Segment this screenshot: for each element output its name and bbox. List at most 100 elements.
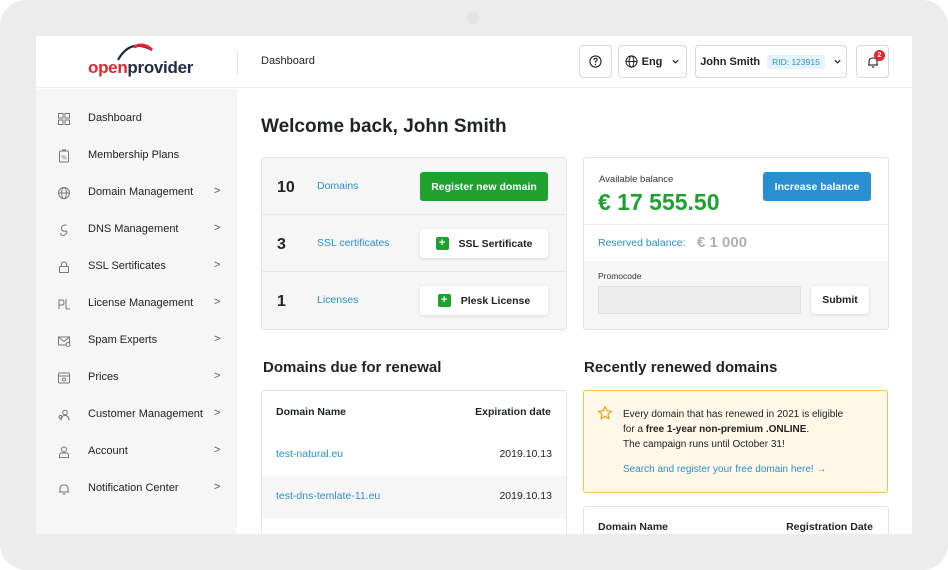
chevron-right-icon: >: [214, 481, 221, 493]
sidebar-item-label: Spam Experts: [88, 334, 158, 346]
chevron-right-icon: >: [214, 222, 221, 234]
spam-mail-icon: [58, 336, 71, 347]
camera-dot: [467, 12, 479, 24]
register-free-domain-link[interactable]: Search and register your free domain her…: [623, 464, 826, 475]
language-selector[interactable]: Eng: [618, 45, 687, 78]
increase-balance-button[interactable]: Increase balance: [763, 172, 871, 201]
reserved-balance-amount: € 1 000: [697, 234, 748, 251]
promocode-label: Promocode: [598, 271, 642, 281]
recent-col-domain-name: Domain Name: [598, 521, 669, 533]
header-divider: [237, 50, 238, 74]
chevron-right-icon: >: [214, 333, 221, 345]
licenses-link[interactable]: Licenses: [317, 294, 358, 306]
app-screen: openprovider Dashboard Eng John Smith RI…: [36, 36, 912, 534]
recently-renewed-table: Domain Name Registration Date: [583, 506, 889, 534]
renewal-section-title: Domains due for renewal: [263, 359, 442, 376]
ssl-count: 3: [277, 236, 286, 253]
top-header: openprovider Dashboard Eng John Smith RI…: [36, 36, 912, 88]
promocode-input[interactable]: [598, 286, 801, 314]
sidebar-item-label: Dashboard: [88, 112, 142, 124]
campaign-line-1: Every domain that has renewed in 2021 is…: [623, 409, 844, 420]
chevron-right-icon: >: [214, 444, 221, 456]
membership-icon: %: [59, 149, 69, 163]
stat-row-domains: 10 Domains Register new domain: [262, 158, 566, 215]
plus-icon: +: [435, 237, 449, 250]
renewal-table: Domain Name Expiration date test-natural…: [261, 390, 567, 534]
renewal-col-domain-name: Domain Name: [276, 406, 347, 418]
chevron-right-icon: >: [214, 296, 221, 308]
sidebar-item-spam-experts[interactable]: Spam Experts >: [36, 323, 237, 359]
sidebar-item-prices[interactable]: Prices >: [36, 360, 237, 396]
renewal-col-expiration-date: Expiration date: [475, 406, 551, 418]
notification-count-badge: 2: [874, 50, 885, 61]
language-label: Eng: [641, 55, 663, 68]
stat-row-licenses: 1 Licenses + Plesk License: [262, 272, 566, 329]
table-row[interactable]: test-natural.eu 2019.10.13: [262, 434, 566, 476]
available-balance-amount: € 17 555.50: [598, 189, 720, 215]
rid-badge: RID: 123915: [767, 54, 825, 69]
domain-name-link[interactable]: test-natural.eu: [276, 448, 343, 460]
sidebar-item-membership-plans[interactable]: % Membership Plans: [36, 138, 237, 174]
chevron-down-icon: [834, 59, 841, 64]
sidebar-item-customer-management[interactable]: Customer Management >: [36, 397, 237, 433]
promocode-submit-button[interactable]: Submit: [811, 286, 869, 314]
user-name: John Smith: [700, 55, 761, 68]
sidebar-item-label: Account: [88, 445, 128, 457]
sidebar-item-ssl-sertificates[interactable]: SSL Sertificates >: [36, 249, 237, 285]
campaign-text: Every domain that has renewed in 2021 is…: [623, 407, 878, 452]
globe-icon: [625, 55, 638, 68]
chevron-right-icon: >: [214, 370, 221, 382]
add-ssl-label: SSL Sertificate: [458, 237, 533, 250]
chevron-down-icon: [672, 59, 680, 64]
ssl-certificates-link[interactable]: SSL certificates: [317, 237, 390, 249]
reserved-balance-row: Reserved balance: € 1 000: [584, 224, 888, 261]
help-button[interactable]: [579, 45, 612, 78]
balance-card: Available balance € 17 555.50 Increase b…: [583, 157, 889, 330]
chevron-right-icon: >: [214, 259, 221, 271]
sidebar-item-notification-center[interactable]: Notification Center >: [36, 471, 237, 507]
chevron-right-icon: >: [214, 407, 221, 419]
sidebar-item-label: Customer Management: [88, 408, 203, 420]
campaign-line-2: for a free 1-year non-premium .ONLINE.: [623, 422, 878, 437]
stat-row-ssl: 3 SSL certificates + SSL Sertificate: [262, 215, 566, 272]
notifications-button[interactable]: 2: [856, 45, 889, 78]
sidebar-item-account[interactable]: Account >: [36, 434, 237, 470]
add-plesk-license-button[interactable]: + Plesk License: [420, 286, 548, 315]
sidebar-item-label: Prices: [88, 371, 119, 383]
sidebar-item-label: SSL Sertificates: [88, 260, 166, 272]
lock-icon: [59, 261, 69, 273]
sidebar-item-label: DNS Management: [88, 223, 179, 235]
register-new-domain-button[interactable]: Register new domain: [420, 172, 548, 201]
device-frame: openprovider Dashboard Eng John Smith RI…: [0, 0, 948, 570]
sidebar-item-dashboard[interactable]: Dashboard: [36, 101, 237, 137]
available-balance-label: Available balance: [599, 174, 674, 185]
plus-icon: +: [437, 294, 451, 307]
campaign-line-3: The campaign runs until October 31!: [623, 439, 785, 450]
sidebar-item-domain-management[interactable]: Domain Management >: [36, 175, 237, 211]
sidebar-item-dns-management[interactable]: DNS Management >: [36, 212, 237, 248]
products-summary-card: 10 Domains Register new domain 3 SSL cer…: [261, 157, 567, 330]
campaign-offer: free 1-year non-premium .ONLINE: [645, 424, 807, 435]
chevron-right-icon: >: [214, 185, 221, 197]
user-menu[interactable]: John Smith RID: 123915: [695, 45, 847, 78]
welcome-heading: Welcome back, John Smith: [261, 116, 507, 137]
promocode-section: Promocode Submit: [584, 261, 888, 329]
licenses-count: 1: [277, 293, 286, 310]
svg-text:%: %: [61, 155, 67, 162]
star-icon: [597, 405, 613, 420]
prices-icon: [58, 372, 70, 384]
table-row[interactable]: test-dns-temlate-11.eu 2019.10.13: [262, 476, 566, 518]
help-icon: [589, 55, 602, 68]
account-icon: [59, 446, 69, 458]
sidebar: Dashboard % Membership Plans Domain Mana…: [36, 89, 237, 534]
page-title: Dashboard: [261, 55, 315, 67]
domain-name-link[interactable]: test-dns-temlate-11.eu: [276, 490, 380, 502]
sidebar-item-label: Membership Plans: [88, 149, 180, 161]
domains-link[interactable]: Domains: [317, 180, 358, 192]
sidebar-item-license-management[interactable]: License Management >: [36, 286, 237, 322]
add-ssl-sertificate-button[interactable]: + SSL Sertificate: [420, 229, 548, 258]
grid-icon: [58, 113, 70, 125]
recently-renewed-section-title: Recently renewed domains: [584, 359, 778, 376]
dns-icon: [60, 224, 68, 237]
sidebar-item-label: Notification Center: [88, 482, 179, 494]
